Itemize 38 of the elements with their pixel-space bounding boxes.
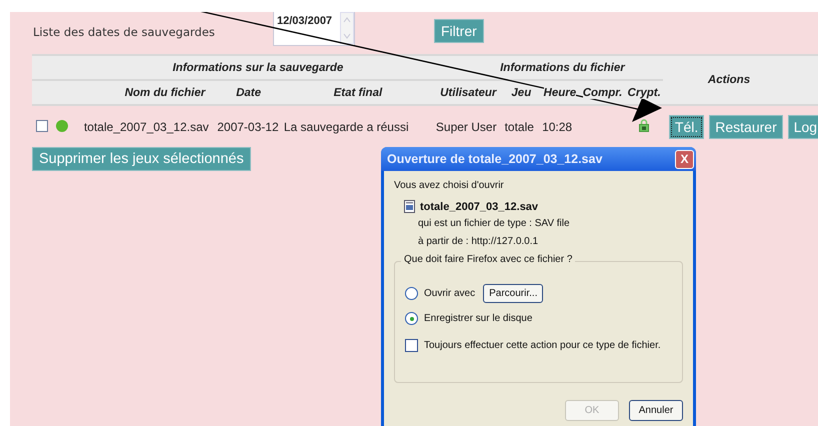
group-label: Que doit faire Firefox avec ce fichier ? [401, 254, 576, 265]
column-header: Crypt. [628, 86, 661, 98]
dialog-text: Vous avez choisi d'ouvrir [394, 179, 505, 193]
table-cell: totale_2007_03_12.sav [82, 105, 216, 147]
filter-label: Liste des dates de sauvegardes [33, 25, 216, 39]
checkbox[interactable] [405, 339, 418, 352]
file-icon [404, 200, 415, 213]
column-header: Compr. [582, 86, 622, 98]
date-option[interactable]: 12/03/2007 [277, 15, 332, 27]
column-header: Nom du fichier [124, 86, 206, 98]
file-source-text: à partir de : http://127.0.0.1 [418, 235, 540, 249]
browse-button[interactable]: Parcourir... [483, 284, 544, 303]
checkbox-label[interactable]: Toujours effectuer cette action pour ce type de fichier. [424, 338, 661, 353]
option-label[interactable]: Ouvrir avec [424, 286, 476, 301]
radio-button[interactable] [405, 287, 418, 300]
column-header: Actions [662, 55, 818, 105]
column-group-header: Informations sur la sauvegarde [82, 55, 434, 80]
column-header: Heure [544, 86, 576, 98]
table-cell: totale [502, 105, 540, 147]
column-header: Etat final [334, 86, 382, 98]
radio-button[interactable] [405, 312, 418, 325]
column-header: Jeu [511, 86, 532, 98]
close-button[interactable]: X [675, 150, 694, 168]
table-cell: 10:28 [540, 105, 580, 147]
file-name: totale_2007_03_12.sav [420, 200, 538, 212]
column-header: Date [236, 86, 262, 98]
column-header: Utilisateur [440, 86, 496, 98]
column-group-header: Informations du fichier [434, 55, 663, 80]
table-cell: Super User [434, 105, 503, 147]
scrollbar-icon[interactable] [340, 12, 354, 44]
date-list[interactable]: 12/03/2007 [273, 12, 355, 46]
table-cell: La sauvegarde a réussi [282, 105, 434, 147]
file-type-text: qui est un fichier de type : SAV file [418, 217, 571, 231]
option-label[interactable]: Enregistrer sur le disque [424, 311, 532, 326]
row-checkbox[interactable] [36, 120, 48, 132]
cancel-button[interactable]: Annuler [629, 400, 683, 421]
table-cell: 2007-03-12 [215, 105, 282, 147]
dialog-title: Ouverture de totale_2007_03_12.sav [387, 152, 602, 166]
